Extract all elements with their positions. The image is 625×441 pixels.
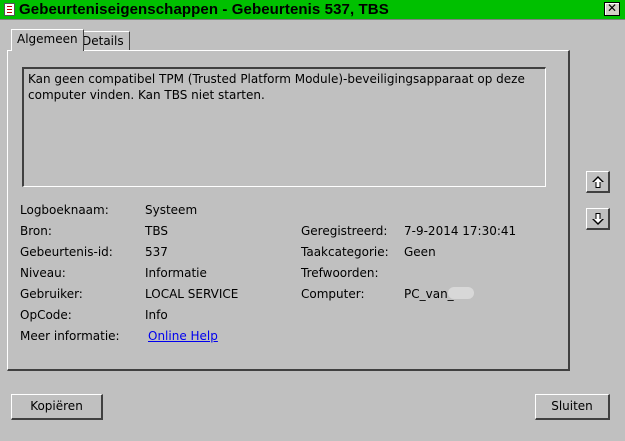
taakcategorie-label: Taakcategorie:	[301, 245, 389, 259]
title-bar: Gebeurteniseigenschappen - Gebeurtenis 5…	[0, 0, 625, 20]
geregistreerd-label: Geregistreerd:	[301, 224, 388, 238]
gebruiker-value[interactable]: LOCAL SERVICE	[145, 287, 238, 301]
window-title: Gebeurteniseigenschappen - Gebeurtenis 5…	[19, 1, 389, 18]
online-help-link[interactable]: Online Help	[148, 329, 218, 343]
bron-value[interactable]: TBS	[145, 224, 168, 238]
niveau-label: Niveau:	[20, 266, 66, 280]
opcode-label: OpCode:	[20, 308, 72, 322]
opcode-value[interactable]: Info	[145, 308, 168, 322]
gebeurtenis-id-value[interactable]: 537	[145, 245, 168, 259]
event-description[interactable]: Kan geen compatibel TPM (Trusted Platfor…	[22, 67, 546, 187]
geregistreerd-value[interactable]: 7-9-2014 17:30:41	[404, 224, 516, 238]
close-window-button[interactable]: ✕	[604, 2, 620, 16]
copy-button[interactable]: Kopiëren	[11, 394, 103, 420]
event-viewer-icon	[4, 3, 15, 16]
logboeknaam-value[interactable]: Systeem	[145, 203, 197, 217]
previous-event-button[interactable]	[586, 171, 610, 193]
taakcategorie-value[interactable]: Geen	[404, 245, 436, 259]
tab-algemeen[interactable]: Algemeen	[11, 29, 84, 51]
bron-label: Bron:	[20, 224, 52, 238]
tab-details[interactable]: Details	[76, 31, 130, 51]
logboeknaam-label: Logboeknaam:	[20, 203, 109, 217]
computer-value[interactable]: PC_van_	[404, 287, 454, 301]
computer-label: Computer:	[301, 287, 365, 301]
gebeurtenis-id-label: Gebeurtenis-id:	[20, 245, 113, 259]
next-event-button[interactable]	[586, 208, 610, 230]
close-button[interactable]: Sluiten	[535, 394, 610, 420]
gebruiker-label: Gebruiker:	[20, 287, 83, 301]
trefwoorden-label: Trefwoorden:	[301, 266, 379, 280]
redacted-computer-name	[448, 287, 474, 299]
meer-informatie-label: Meer informatie:	[20, 329, 120, 343]
arrow-down-icon	[592, 213, 604, 225]
niveau-value[interactable]: Informatie	[145, 266, 207, 280]
arrow-up-icon	[592, 176, 604, 188]
